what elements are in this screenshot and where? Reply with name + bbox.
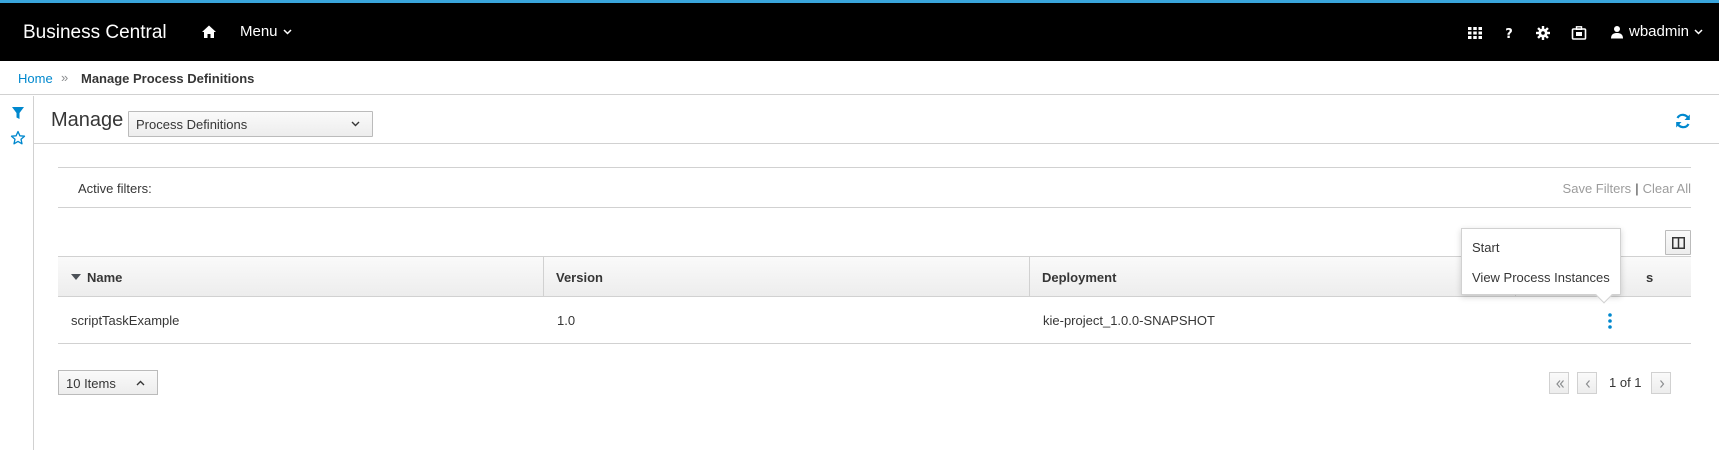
save-filters-link[interactable]: Save Filters bbox=[1563, 181, 1632, 196]
navbar: Business Central Menu ? wbadmin bbox=[0, 3, 1719, 61]
column-header-label: Name bbox=[87, 270, 123, 285]
menu-dropdown[interactable]: Menu bbox=[240, 23, 292, 40]
view-select[interactable]: Process Definitions bbox=[128, 111, 373, 137]
sort-desc-icon bbox=[71, 274, 81, 280]
left-sidebar bbox=[0, 96, 34, 450]
menu-label: Menu bbox=[240, 23, 278, 40]
column-header-name[interactable]: Name bbox=[58, 257, 544, 297]
table-row[interactable]: scriptTaskExample 1.0 kie-project_1.0.0-… bbox=[58, 297, 1691, 344]
star-icon[interactable] bbox=[10, 130, 26, 146]
next-page-button[interactable] bbox=[1651, 372, 1671, 394]
filter-icon[interactable] bbox=[10, 105, 26, 121]
row-actions-menu: Start View Process Instances bbox=[1461, 228, 1621, 304]
column-picker-button[interactable] bbox=[1665, 230, 1691, 255]
column-header-version[interactable]: Version bbox=[544, 257, 1030, 297]
question-icon[interactable]: ? bbox=[1501, 25, 1517, 41]
app-title[interactable]: Business Central bbox=[23, 22, 167, 44]
filter-actions: Save Filters | Clear All bbox=[1563, 181, 1691, 196]
gear-icon[interactable] bbox=[1535, 25, 1551, 41]
breadcrumb-current: Manage Process Definitions bbox=[81, 71, 255, 86]
chevron-up-icon bbox=[136, 380, 145, 386]
clear-all-link[interactable]: Clear All bbox=[1643, 181, 1691, 196]
breadcrumb-home-link[interactable]: Home bbox=[18, 71, 53, 86]
user-dropdown[interactable]: wbadmin bbox=[1610, 23, 1703, 40]
svg-text:?: ? bbox=[1505, 27, 1513, 41]
briefcase-icon[interactable] bbox=[1571, 25, 1587, 41]
chevron-down-icon bbox=[283, 28, 292, 35]
page-size-select[interactable]: 10 Items bbox=[58, 370, 158, 395]
user-icon bbox=[1611, 25, 1623, 38]
column-header-deployment[interactable]: Deployment bbox=[1030, 257, 1516, 297]
user-name: wbadmin bbox=[1629, 23, 1690, 40]
breadcrumb-separator: » bbox=[61, 70, 69, 85]
active-filters-bar: Active filters: Save Filters | Clear All bbox=[58, 167, 1691, 208]
chevron-right-icon bbox=[1660, 380, 1665, 388]
column-header-label: Version bbox=[556, 270, 603, 285]
cell-deployment: kie-project_1.0.0-SNAPSHOT bbox=[1043, 313, 1215, 328]
page-size-value: 10 Items bbox=[66, 376, 116, 391]
active-filters-label: Active filters: bbox=[78, 181, 152, 196]
chevron-down-icon bbox=[351, 121, 360, 127]
double-chevron-left-icon bbox=[1556, 380, 1564, 388]
table-header: Name Version Deployment s bbox=[58, 257, 1691, 297]
previous-page-button[interactable] bbox=[1577, 372, 1597, 394]
column-header-label: Deployment bbox=[1042, 270, 1117, 285]
manage-header: Manage Process Definitions bbox=[34, 96, 1719, 144]
view-select-value: Process Definitions bbox=[136, 117, 248, 132]
first-page-button[interactable] bbox=[1549, 372, 1569, 394]
menu-item-view-process-instances[interactable]: View Process Instances bbox=[1472, 270, 1610, 285]
chevron-down-icon bbox=[1694, 28, 1703, 35]
page-title: Manage bbox=[51, 109, 124, 131]
home-icon[interactable] bbox=[201, 24, 217, 40]
filter-actions-separator: | bbox=[1635, 181, 1639, 196]
cell-name: scriptTaskExample bbox=[71, 313, 180, 328]
refresh-icon[interactable] bbox=[1674, 112, 1692, 130]
cell-version: 1.0 bbox=[557, 313, 576, 328]
kebab-icon[interactable] bbox=[1600, 311, 1620, 331]
chevron-left-icon bbox=[1585, 380, 1590, 388]
page-info: 1 of 1 bbox=[1609, 375, 1642, 390]
breadcrumb: Home » Manage Process Definitions bbox=[0, 61, 1719, 95]
column-header-label: s bbox=[1646, 270, 1654, 285]
process-definitions-table: Name Version Deployment s scriptTaskExam… bbox=[58, 256, 1691, 344]
menu-item-start[interactable]: Start bbox=[1472, 240, 1499, 255]
columns-icon bbox=[1672, 237, 1685, 249]
grid-icon[interactable] bbox=[1467, 25, 1483, 41]
